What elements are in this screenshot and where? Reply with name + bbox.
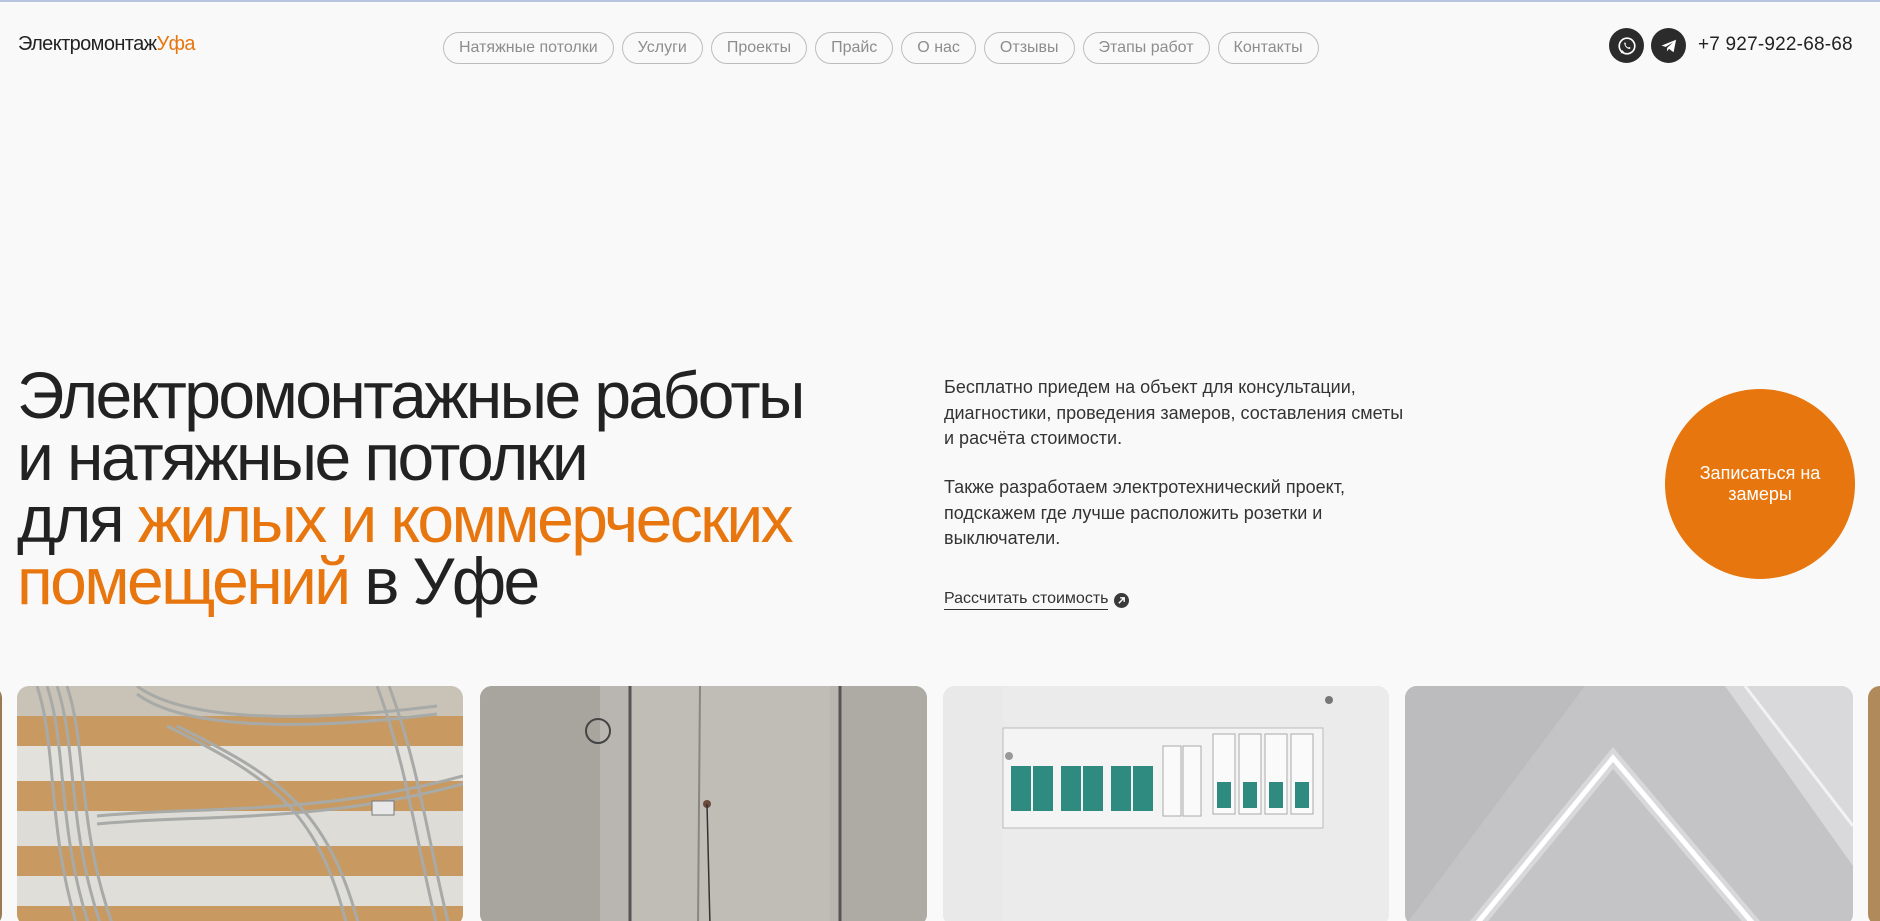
- gallery-card-ceiling-wiring[interactable]: [17, 686, 463, 921]
- top-border: [0, 0, 1880, 2]
- nav-item-projects[interactable]: Проекты: [710, 32, 808, 64]
- nav-item-about[interactable]: О нас: [901, 32, 976, 64]
- phone-link[interactable]: +7 927-922-68-68: [1698, 34, 1853, 56]
- gallery-card-concrete-wall[interactable]: [480, 686, 927, 921]
- hero-title-line4-suffix: в Уфе: [348, 544, 540, 618]
- concrete-wall-photo: [480, 686, 927, 921]
- nav-item-stages[interactable]: Этапы работ: [1082, 32, 1210, 64]
- electrical-panel-photo: [943, 686, 1389, 921]
- calculate-cost-link[interactable]: Рассчитать стоимость: [944, 590, 1130, 610]
- site-logo[interactable]: ЭлектромонтажУфа: [18, 33, 196, 56]
- logo-main-text: Электромонтаж: [18, 33, 157, 55]
- logo-accent-text: Уфа: [156, 33, 195, 55]
- gallery-partial-card-left: [0, 686, 2, 921]
- nav-item-reviews[interactable]: Отзывы: [983, 32, 1075, 64]
- telegram-icon[interactable]: [1651, 28, 1686, 63]
- arrow-up-right-icon: [1114, 592, 1130, 608]
- calculate-cost-label: Рассчитать стоимость: [944, 590, 1109, 610]
- nav-item-services[interactable]: Услуги: [621, 32, 703, 64]
- ceiling-wiring-photo: [17, 686, 463, 921]
- project-gallery: [0, 686, 1880, 921]
- gallery-partial-card-right: [1868, 686, 1880, 921]
- hero-title: Электромонтажные работы и натяжные потол…: [17, 362, 877, 614]
- book-measurement-button[interactable]: Записаться на замеры: [1665, 389, 1855, 579]
- nav-item-ceilings[interactable]: Натяжные потолки: [443, 32, 614, 64]
- main-nav: Натяжные потолки Услуги Проекты Прайс О …: [443, 32, 1319, 64]
- hero-description-1: Бесплатно приедем на объект для консульт…: [944, 377, 1404, 448]
- nav-item-price[interactable]: Прайс: [815, 32, 894, 64]
- hero-title-line4-accent: помещений: [17, 544, 351, 618]
- whatsapp-icon[interactable]: [1609, 28, 1644, 63]
- gallery-card-led-ceiling[interactable]: [1405, 686, 1853, 921]
- gallery-card-electrical-panel[interactable]: [943, 686, 1389, 921]
- book-measurement-label: Записаться на замеры: [1699, 463, 1821, 504]
- nav-item-contacts[interactable]: Контакты: [1217, 32, 1319, 64]
- hero-description-2: Также разработаем электротехнический про…: [944, 477, 1345, 548]
- led-ceiling-photo: [1405, 686, 1853, 921]
